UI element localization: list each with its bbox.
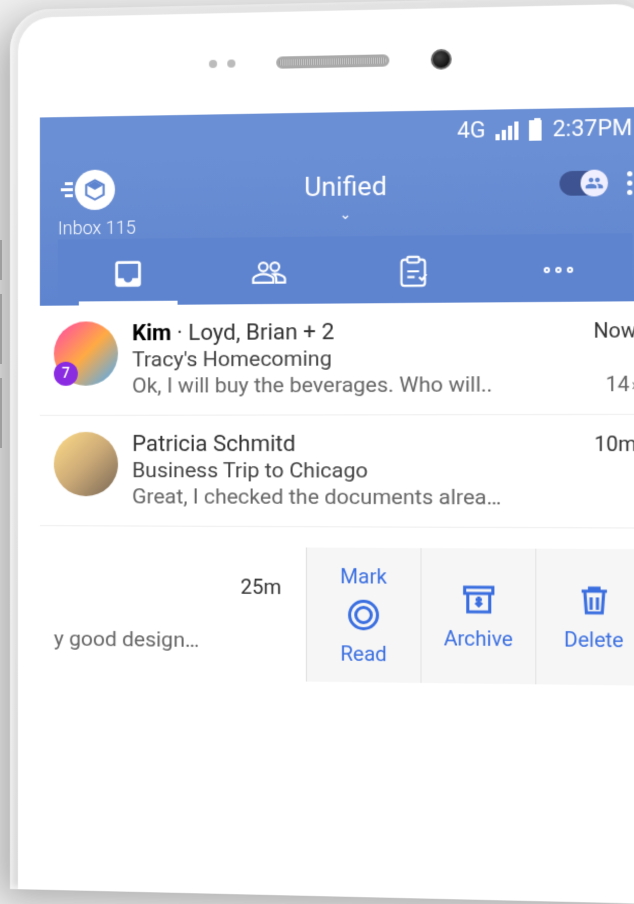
subject: Business Trip to Chicago: [132, 459, 634, 484]
avatar[interactable]: [54, 432, 118, 496]
sender: Kim · Loyd, Brian + 2: [132, 320, 334, 347]
tab-inbox[interactable]: [58, 256, 198, 306]
email-row[interactable]: Patricia Schmitd 10m Business Trip to Ch…: [40, 415, 634, 529]
account-toggle[interactable]: [559, 170, 608, 195]
mark-read-button[interactable]: Mark Read: [307, 548, 421, 683]
archive-button[interactable]: Archive: [420, 548, 535, 684]
people-icon: [581, 169, 608, 196]
battery-icon: [530, 120, 543, 141]
app-header: Inbox 115 Unified ⌄: [40, 149, 634, 306]
phone-frame: 4G 2:37PM Inbox 115: [10, 0, 634, 904]
more-icon: [544, 267, 573, 273]
mark-read-icon: [345, 597, 382, 634]
tab-more[interactable]: [486, 266, 633, 288]
tab-tasks[interactable]: [341, 253, 486, 303]
clipboard-icon: [395, 254, 430, 289]
mailbox-selector[interactable]: Unified ⌄: [304, 165, 387, 223]
volume-up-button: [0, 294, 2, 364]
preview: y good design…: [54, 627, 292, 654]
inbox-icon: [111, 257, 145, 292]
overflow-menu-icon[interactable]: [627, 171, 632, 195]
inbox-count: Inbox 115: [58, 217, 136, 239]
email-row-swiped[interactable]: 25m y good design… Mark Read Archive: [40, 526, 634, 696]
delete-button[interactable]: Delete: [535, 549, 634, 686]
speaker-grille: [276, 54, 389, 68]
email-row[interactable]: 7 Kim · Loyd, Brian + 2 Now Tracy's Home…: [40, 301, 634, 416]
clock: 2:37PM: [553, 115, 633, 142]
timestamp: 10m: [594, 431, 634, 456]
subject: Tracy's Homecoming: [132, 346, 634, 373]
phone-hardware-top: [18, 3, 634, 117]
unread-badge: 7: [54, 362, 78, 386]
tab-contacts[interactable]: [198, 255, 341, 305]
avatar[interactable]: 7: [54, 321, 118, 386]
contacts-icon: [252, 255, 287, 290]
preview: Great, I checked the documents alrea…: [132, 485, 634, 511]
timestamp: 25m: [54, 573, 292, 599]
network-label: 4G: [457, 118, 486, 144]
chevron-down-icon: ⌄: [304, 206, 387, 223]
inbox-indicator[interactable]: Inbox 115: [58, 169, 136, 239]
signal-icon: [496, 121, 519, 140]
tab-bar: [58, 233, 633, 305]
preview: Ok, I will buy the beverages. Who will..: [132, 373, 492, 399]
app-logo-icon: [75, 169, 119, 214]
volume-down-button: [0, 378, 2, 448]
swipe-actions: Mark Read Archive Delete: [306, 548, 634, 686]
archive-icon: [459, 581, 497, 618]
mailbox-title: Unified: [304, 172, 387, 204]
timestamp: Now: [594, 318, 634, 343]
email-list[interactable]: 7 Kim · Loyd, Brian + 2 Now Tracy's Home…: [40, 301, 634, 696]
sender: Patricia Schmitd: [132, 432, 296, 457]
thread-count[interactable]: 14›: [606, 372, 634, 397]
trash-icon: [575, 582, 613, 619]
front-camera: [431, 49, 452, 70]
power-button: [0, 240, 2, 280]
screen: 4G 2:37PM Inbox 115: [40, 107, 634, 904]
